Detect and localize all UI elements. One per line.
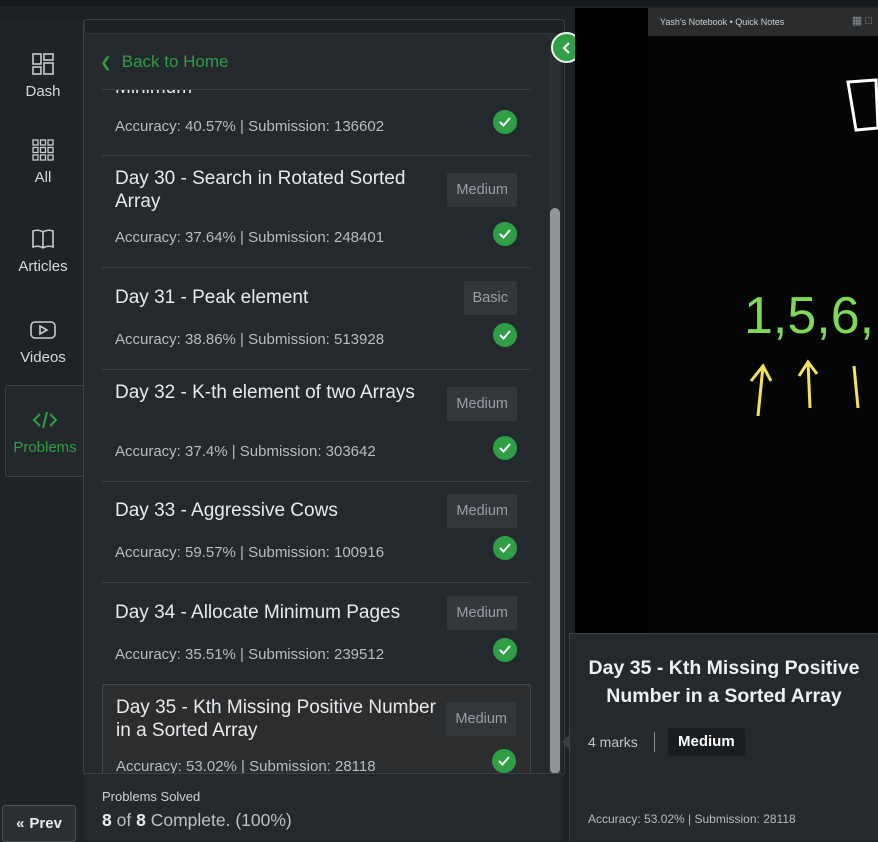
whiteboard-canvas: 1,5,6, xyxy=(648,36,878,633)
sidebar-item-label: Articles xyxy=(18,257,68,275)
notebook-title: Yash's Notebook • Quick Notes xyxy=(660,17,785,27)
sidebar-rail: Dash All Articles Videos Problems xyxy=(0,20,85,840)
problem-meta: Accuracy: 40.57% | Submission: 136602 xyxy=(115,118,385,135)
scrollbar-thumb[interactable] xyxy=(550,208,560,774)
problem-title: Day 32 - K-th element of two Arrays xyxy=(115,382,415,403)
problem-meta: Accuracy: 53.02% | Submission: 28118 xyxy=(116,758,376,773)
double-chevron-left-icon: « xyxy=(16,815,25,832)
sidebar-item-all[interactable]: All xyxy=(4,116,82,206)
toolbar-icon: ▦ □ xyxy=(851,15,872,27)
difficulty-badge: Basic xyxy=(463,281,517,315)
sidebar-item-label: Videos xyxy=(20,348,66,366)
sidebar-item-problems[interactable]: Problems xyxy=(5,385,85,477)
list-item[interactable]: Day 32 - K-th element of two Arrays Medi… xyxy=(102,369,531,482)
sidebar-item-articles[interactable]: Articles xyxy=(4,205,82,295)
list-item[interactable]: Day 34 - Allocate Minimum Pages Medium A… xyxy=(102,582,531,685)
list-item[interactable]: Day 30 - Search in Rotated Sorted Array … xyxy=(102,155,531,268)
problem-meta: Accuracy: 37.4% | Submission: 303642 xyxy=(115,443,376,460)
difficulty-badge: Medium xyxy=(447,173,517,207)
check-icon xyxy=(493,110,517,134)
whiteboard-text: 1,5,6, xyxy=(744,287,874,345)
check-icon xyxy=(493,638,517,662)
list-item[interactable]: Minimum Accuracy: 40.57% | Submission: 1… xyxy=(102,90,531,156)
difficulty-badge: Medium xyxy=(447,387,517,421)
top-bar xyxy=(0,0,878,6)
difficulty-badge: Medium xyxy=(447,596,517,630)
sidebar-item-label: All xyxy=(34,168,52,186)
dashboard-icon xyxy=(30,51,56,77)
divider xyxy=(654,732,655,752)
code-icon xyxy=(32,407,58,433)
notebook-titlebar: Yash's Notebook • Quick Notes ▦ □ xyxy=(648,8,878,36)
problem-title: Day 30 - Search in Rotated Sorted Array xyxy=(115,168,406,212)
problem-title: Day 35 - Kth Missing Positive Number in … xyxy=(116,697,436,741)
problem-meta: Accuracy: 37.64% | Submission: 248401 xyxy=(115,229,385,246)
check-icon xyxy=(493,436,517,460)
card-meta: Accuracy: 53.02% | Submission: 28118 xyxy=(588,812,796,826)
difficulty-badge: Medium xyxy=(668,728,745,756)
card-title: Day 35 - Kth Missing Positive Number in … xyxy=(588,657,860,707)
grid-icon xyxy=(30,137,56,163)
difficulty-badge: Medium xyxy=(446,702,516,736)
problem-meta: Accuracy: 35.51% | Submission: 239512 xyxy=(115,646,385,663)
problem-title: Minimum xyxy=(115,90,435,99)
difficulty-badge: Medium xyxy=(447,494,517,528)
problem-title: Day 33 - Aggressive Cows xyxy=(115,500,338,521)
back-to-home-label: Back to Home xyxy=(121,52,229,71)
book-icon xyxy=(30,226,56,252)
total-count: 8 xyxy=(136,810,146,830)
problems-solved-footer: Problems Solved 8 of 8 Complete. (100%) xyxy=(84,773,562,841)
back-to-home-link[interactable]: ❮ Back to Home xyxy=(100,52,229,72)
problems-solved-label: Problems Solved xyxy=(102,789,201,804)
video-icon xyxy=(30,317,56,343)
sidebar-item-label: Problems xyxy=(13,438,77,456)
problem-meta: Accuracy: 38.86% | Submission: 513928 xyxy=(115,331,385,348)
prev-label: Prev xyxy=(29,815,62,832)
check-icon xyxy=(492,749,516,773)
sidebar-item-videos[interactable]: Videos xyxy=(4,296,82,386)
solved-count: 8 xyxy=(102,810,112,830)
sidebar-item-dash[interactable]: Dash xyxy=(4,30,82,120)
of-text: of xyxy=(116,810,132,830)
problem-title: Day 34 - Allocate Minimum Pages xyxy=(115,602,401,623)
sidebar-item-label: Dash xyxy=(25,82,61,100)
chevron-left-icon: ❮ xyxy=(100,53,112,70)
problem-meta: Accuracy: 59.57% | Submission: 100916 xyxy=(115,544,385,561)
check-icon xyxy=(493,323,517,347)
problem-title: Day 31 - Peak element xyxy=(115,287,309,308)
marks-label: 4 marks xyxy=(588,734,638,750)
problem-detail-card: Day 35 - Kth Missing Positive Number in … xyxy=(569,633,878,841)
problem-list[interactable]: Minimum Accuracy: 40.57% | Submission: 1… xyxy=(102,90,532,773)
check-icon xyxy=(493,222,517,246)
check-icon xyxy=(493,536,517,560)
completion-text: Complete. (100%) xyxy=(150,810,292,830)
chevron-left-icon xyxy=(561,41,570,54)
problems-solved-value: 8 of 8 Complete. (100%) xyxy=(102,810,292,831)
whiteboard-drawing: 1,5,6, xyxy=(744,78,878,417)
list-item[interactable]: Day 31 - Peak element Basic Accuracy: 38… xyxy=(102,267,531,370)
list-item[interactable]: Day 33 - Aggressive Cows Medium Accuracy… xyxy=(102,481,531,583)
prev-button[interactable]: « Prev xyxy=(2,805,76,842)
list-item-current[interactable]: Day 35 - Kth Missing Positive Number in … xyxy=(102,684,531,773)
